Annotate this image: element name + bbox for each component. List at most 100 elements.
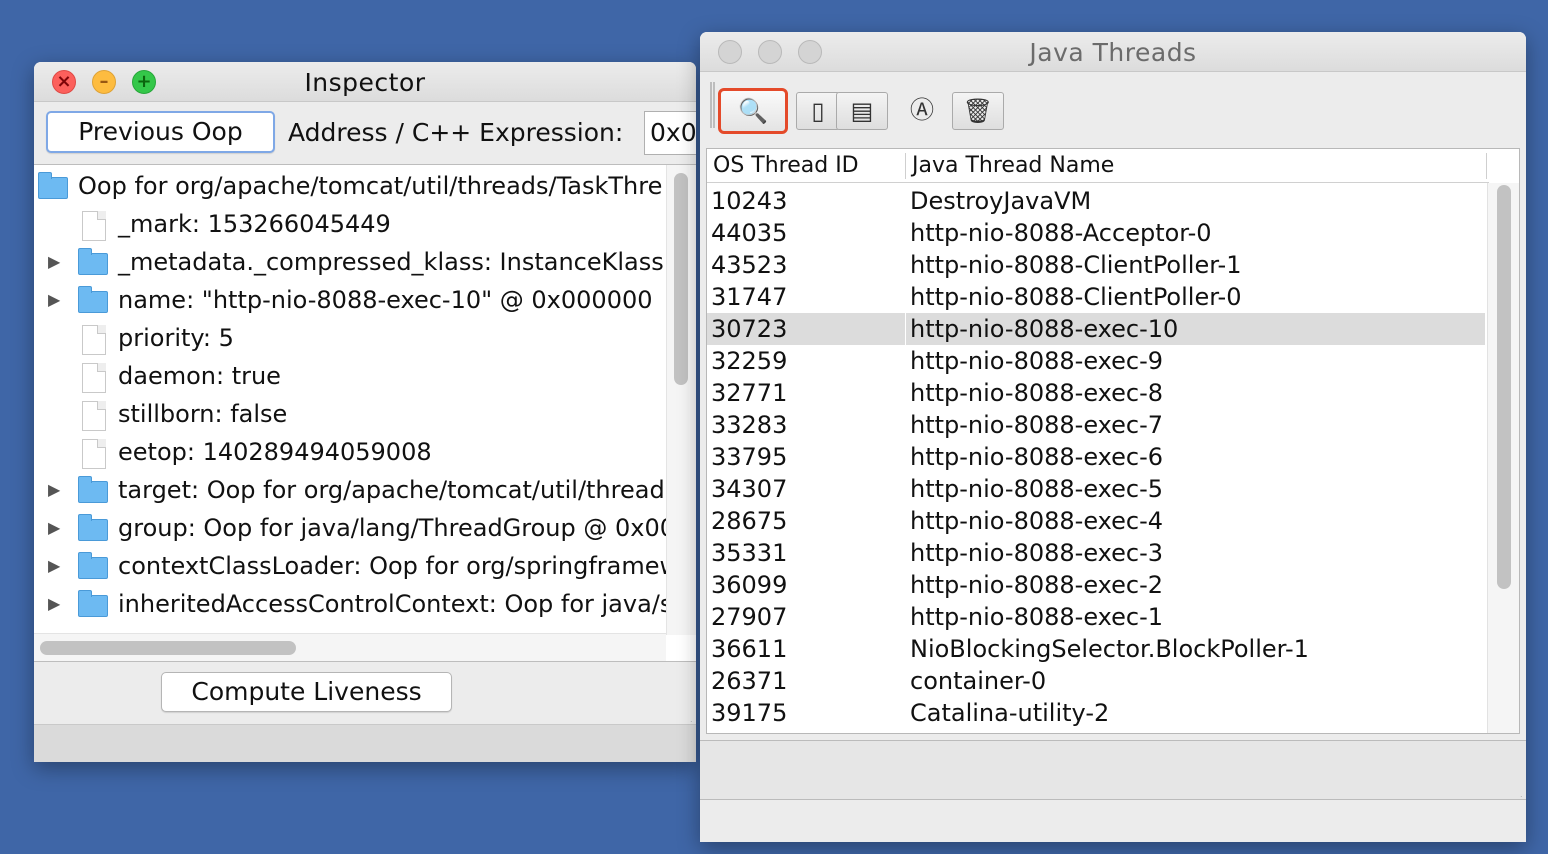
tree-node-label: contextClassLoader: Oop for org/springfr… — [118, 552, 680, 580]
table-row[interactable]: 32259 http-nio-8088-exec-9 — [707, 345, 1485, 377]
threads-toolbar: 🔍 ▯ ▤ Ⓐ 🗑 — [700, 72, 1526, 146]
os-thread-id-cell: 44035 — [711, 219, 788, 247]
expand-arrow-icon[interactable]: ▶ — [48, 281, 62, 319]
os-thread-id-cell: 36099 — [711, 571, 788, 599]
expand-arrow-icon[interactable]: ▶ — [48, 547, 62, 585]
java-thread-name-cell: NioBlockingSelector.BlockPoller-1 — [910, 635, 1309, 663]
cell-divider — [905, 345, 906, 377]
table-row[interactable]: 28675 http-nio-8088-exec-4 — [707, 505, 1485, 537]
os-thread-id-cell: 28675 — [711, 507, 788, 535]
previous-oop-button[interactable]: Previous Oop — [46, 111, 275, 153]
table-row[interactable]: 32771 http-nio-8088-exec-8 — [707, 377, 1485, 409]
cell-divider — [905, 313, 906, 345]
java-thread-name-cell: DestroyJavaVM — [910, 187, 1092, 215]
table-row[interactable]: 34307 http-nio-8088-exec-5 — [707, 473, 1485, 505]
java-thread-name-cell: http-nio-8088-exec-5 — [910, 475, 1164, 503]
tree-node-label: eetop: 140289494059008 — [118, 438, 432, 466]
tree-vertical-scroll-thumb[interactable] — [674, 173, 688, 385]
tree-node[interactable]: priority: 5 — [34, 319, 666, 357]
column-header-os-thread-id[interactable]: OS Thread ID — [707, 149, 905, 182]
resize-grip[interactable] — [670, 700, 692, 722]
table-row[interactable]: 35331 http-nio-8088-exec-3 — [707, 537, 1485, 569]
tree-node-label: _mark: 153266045449 — [118, 210, 391, 238]
folder-icon — [38, 172, 68, 199]
threads-titlebar: Java Threads — [700, 32, 1526, 72]
thread-info-button[interactable]: Ⓐ — [896, 92, 948, 130]
table-row[interactable]: 36611 NioBlockingSelector.BlockPoller-1 — [707, 633, 1485, 665]
tree-node[interactable]: ▶ _metadata._compressed_klass: InstanceKl… — [34, 243, 695, 281]
toolbar-grabber[interactable] — [710, 82, 715, 128]
table-row[interactable]: 36099 http-nio-8088-exec-2 — [707, 569, 1485, 601]
cell-divider — [905, 249, 906, 281]
java-thread-name-cell: http-nio-8088-exec-3 — [910, 539, 1164, 567]
java-thread-name-cell: container-0 — [910, 667, 1047, 695]
java-thread-name-cell: http-nio-8088-ClientPoller-1 — [910, 251, 1242, 279]
tree-node-label: _metadata._compressed_klass: InstanceKla… — [118, 248, 695, 276]
table-row[interactable]: 27907 http-nio-8088-exec-1 — [707, 601, 1485, 633]
java-threads-window: Java Threads 🔍 ▯ ▤ Ⓐ 🗑 OS Thread ID Java Thr… — [700, 32, 1526, 842]
os-thread-id-cell: 36611 — [711, 635, 788, 663]
cell-divider — [905, 569, 906, 601]
tree-node[interactable]: ▶ group: Oop for java/lang/ThreadGroup @ … — [34, 509, 675, 547]
expand-arrow-icon[interactable]: ▶ — [48, 509, 62, 547]
os-thread-id-cell: 33795 — [711, 443, 788, 471]
inspect-thread-button[interactable]: 🔍 — [718, 88, 788, 134]
table-row[interactable]: 26371 container-0 — [707, 665, 1485, 697]
os-thread-id-cell: 34307 — [711, 475, 788, 503]
tree-node[interactable]: eetop: 140289494059008 — [34, 433, 666, 471]
table-row[interactable]: 33283 http-nio-8088-exec-7 — [707, 409, 1485, 441]
tree-node[interactable]: stillborn: false — [34, 395, 666, 433]
java-thread-name-cell: http-nio-8088-exec-7 — [910, 411, 1164, 439]
tree-node[interactable]: ▶ target: Oop for org/apache/tomcat/util/… — [34, 471, 677, 509]
table-row[interactable]: 31747 http-nio-8088-ClientPoller-0 — [707, 281, 1485, 313]
table-row[interactable]: 30723 http-nio-8088-exec-10 — [707, 313, 1485, 345]
threads-table: OS Thread ID Java Thread Name 10243 Destr… — [706, 148, 1520, 734]
os-thread-id-cell: 32771 — [711, 379, 788, 407]
table-header: OS Thread ID Java Thread Name — [707, 149, 1489, 183]
tree-horizontal-scroll-thumb[interactable] — [40, 641, 296, 655]
cell-divider — [905, 537, 906, 569]
table-row[interactable]: 33795 http-nio-8088-exec-6 — [707, 441, 1485, 473]
column-divider — [1486, 153, 1487, 179]
expand-arrow-icon[interactable]: ▶ — [48, 243, 62, 281]
table-row[interactable]: 44035 http-nio-8088-Acceptor-0 — [707, 217, 1485, 249]
table-row[interactable]: 39175 Catalina-utility-2 — [707, 697, 1485, 729]
tree-node[interactable]: ▶ contextClassLoader: Oop for org/springf… — [34, 547, 679, 585]
table-vertical-scrollbar[interactable] — [1487, 183, 1519, 733]
inspector-toolbar: Previous Oop Address / C++ Expression: 0… — [34, 102, 696, 164]
tree-node[interactable]: daemon: true — [34, 357, 666, 395]
column-header-java-thread-name[interactable]: Java Thread Name — [906, 149, 1486, 182]
folder-icon — [78, 476, 108, 503]
table-row[interactable]: 10243 DestroyJavaVM — [707, 185, 1485, 217]
address-input[interactable]: 0x0 — [644, 111, 696, 155]
trash-button[interactable]: 🗑 — [952, 92, 1004, 130]
tree-node[interactable]: ▶ inheritedAccessControlContext: Oop for … — [34, 585, 687, 623]
expand-arrow-icon[interactable]: ▶ — [48, 471, 62, 509]
thread-info-icon: Ⓐ — [910, 96, 934, 124]
os-thread-id-cell: 35331 — [711, 539, 788, 567]
table-vertical-scroll-thumb[interactable] — [1497, 185, 1511, 589]
java-thread-name-cell: http-nio-8088-exec-8 — [910, 379, 1164, 407]
os-thread-id-cell: 31747 — [711, 283, 788, 311]
compute-liveness-button[interactable]: Compute Liveness — [161, 672, 452, 712]
os-thread-id-cell: 43523 — [711, 251, 788, 279]
tree-node[interactable]: _mark: 153266045449 — [34, 205, 666, 243]
stack-memory-button[interactable]: ▯ — [796, 92, 840, 130]
resize-grip[interactable] — [1500, 775, 1522, 797]
tree-vertical-scrollbar[interactable] — [666, 165, 696, 635]
os-thread-id-cell: 30723 — [711, 315, 788, 343]
os-thread-id-cell: 26371 — [711, 667, 788, 695]
stack-trace-button[interactable]: ▤ — [836, 92, 888, 130]
expand-arrow-icon[interactable]: ▶ — [48, 585, 62, 623]
oop-tree[interactable]: Oop for org/apache/tomcat/util/threads/T… — [34, 164, 696, 662]
inspector-window: × – + Inspector Previous Oop Address / C… — [34, 62, 696, 762]
cell-divider — [905, 665, 906, 697]
tree-node-label: Oop for org/apache/tomcat/util/threads/T… — [78, 172, 663, 200]
tree-node[interactable]: Oop for org/apache/tomcat/util/threads/T… — [34, 167, 666, 205]
tree-horizontal-scrollbar[interactable] — [34, 633, 666, 661]
tree-node[interactable]: ▶ name: "http-nio-8088-exec-10" @ 0x00000… — [34, 281, 666, 319]
file-icon — [82, 439, 106, 469]
table-row[interactable]: 43523 http-nio-8088-ClientPoller-1 — [707, 249, 1485, 281]
java-thread-name-cell: http-nio-8088-exec-9 — [910, 347, 1164, 375]
inspector-bottom-bar: Compute Liveness — [34, 662, 696, 724]
